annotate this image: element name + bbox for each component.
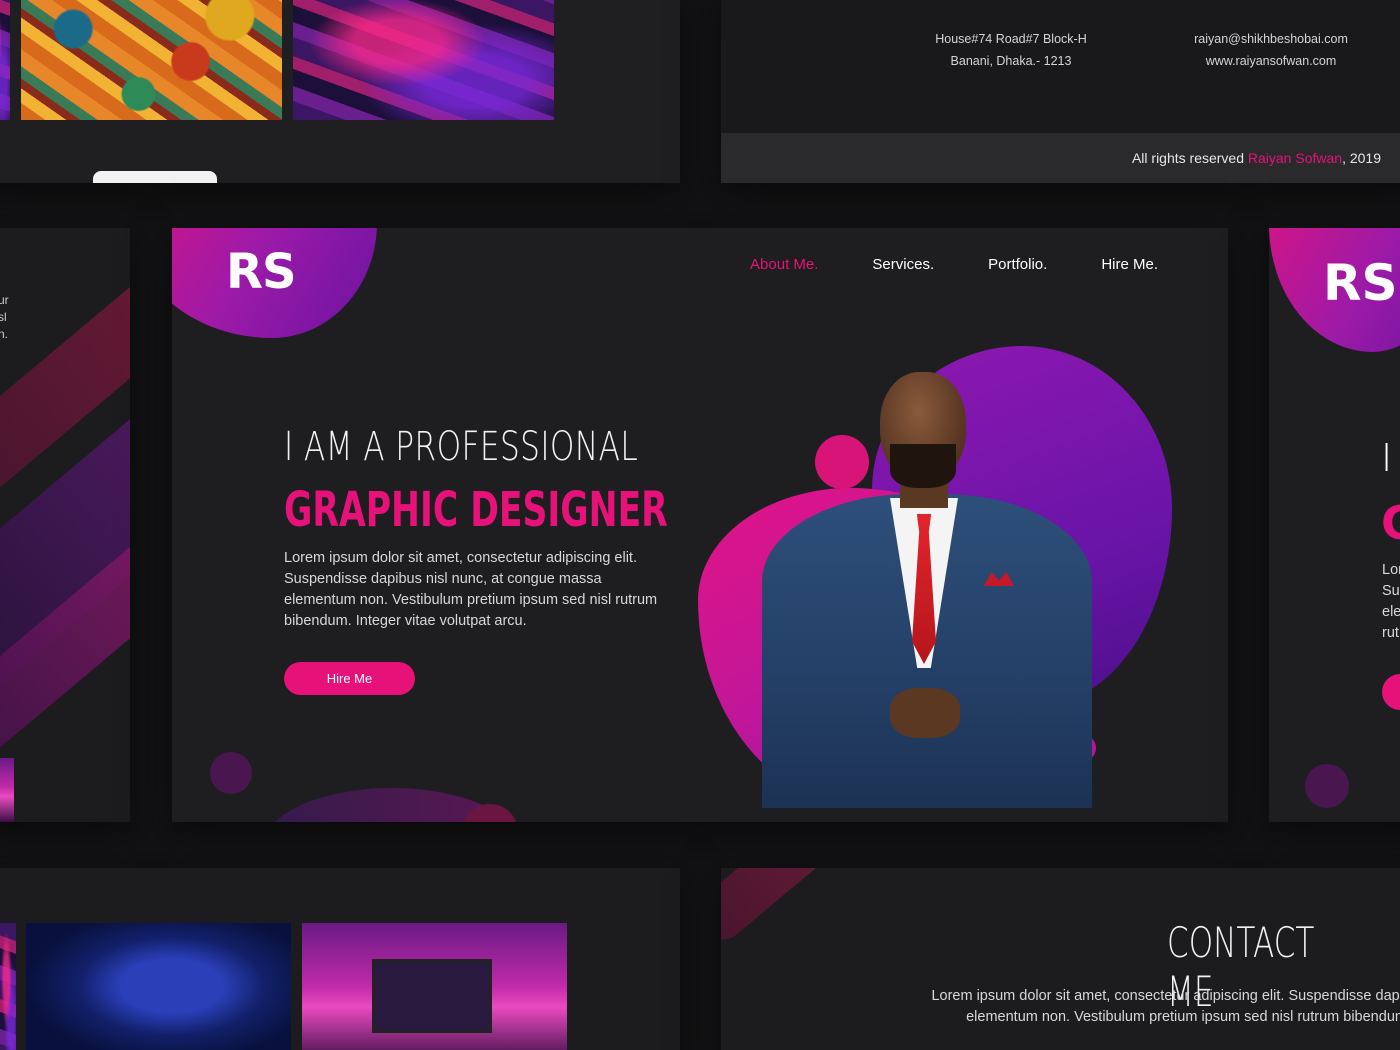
gallery-image-portrait[interactable] <box>26 923 291 1050</box>
right-headline-fragment: I / <box>1381 436 1400 480</box>
portrait-hands <box>890 688 960 738</box>
site-logo[interactable]: RS <box>226 244 297 300</box>
gallery-image-workspace[interactable] <box>302 923 567 1050</box>
nav-about[interactable]: About Me. <box>750 256 818 273</box>
footer-address: House#74 Road#7 Block-H Banani, Dhaka.- … <box>921 28 1101 72</box>
footer-contact: raiyan@shikhbeshobai.com www.raiyansofwa… <box>1171 28 1371 72</box>
copyright-prefix: All rights reserved <box>1131 150 1248 166</box>
decor-circle <box>210 752 252 794</box>
right-headline-fragment-2: G <box>1381 496 1400 550</box>
right-text-fragments: Lor Sus ele rut <box>1382 562 1400 641</box>
headline-line-2: GRAPHIC DESIGNER <box>284 482 668 538</box>
footer-website[interactable]: www.raiyansofwan.com <box>1171 50 1371 72</box>
footer-email[interactable]: raiyan@shikhbeshobai.com <box>1171 28 1371 50</box>
footer-preview: House#74 Road#7 Block-H Banani, Dhaka.- … <box>721 0 1400 183</box>
hire-me-button[interactable]: Hire Me <box>284 662 415 695</box>
gallery-image-partial[interactable] <box>0 923 16 1050</box>
contact-description: Lorem ipsum dolor sit amet, consectetur … <box>931 988 1400 1025</box>
portrait-beard <box>890 444 956 488</box>
main-nav: About Me. Services. Portfolio. Hire Me. <box>750 256 1158 273</box>
hero-description: Lorem ipsum dolor sit amet, consectetur … <box>284 550 658 629</box>
copyright-name[interactable]: Raiyan Sofwan <box>1248 150 1342 166</box>
hero-slide: RS About Me. Services. Portfolio. Hire M… <box>172 228 1228 822</box>
address-line-2: Banani, Dhaka.- 1213 <box>950 54 1072 68</box>
right-button-partial[interactable] <box>1382 674 1400 710</box>
monitor-screen <box>372 959 492 1033</box>
gallery-preview-top <box>0 0 680 183</box>
gallery-image-abstract[interactable] <box>21 0 282 120</box>
copyright-bar: All rights reserved Raiyan Sofwan, 2019 <box>721 133 1400 183</box>
portrait-photo <box>762 368 1092 808</box>
gallery-tab-pill[interactable] <box>93 171 217 183</box>
decor-circle <box>1305 764 1349 808</box>
address-line-1: House#74 Road#7 Block-H <box>935 32 1087 46</box>
left-text-fragment: ur sl n. <box>0 293 9 341</box>
site-logo: RS <box>1323 254 1398 312</box>
contact-preview: CONTACT ME Lorem ipsum dolor sit amet, c… <box>721 868 1400 1050</box>
copyright-suffix: , 2019 <box>1342 150 1381 166</box>
left-image-partial <box>0 758 14 822</box>
headline-line-1: I AM A PROFESSIONAL <box>284 424 639 470</box>
left-slide-preview: ur sl n. <box>0 228 130 822</box>
nav-services[interactable]: Services. <box>872 256 934 273</box>
right-slide-preview: RS I / G Lor Sus ele rut <box>1269 228 1400 822</box>
gallery-preview-bottom <box>0 868 680 1050</box>
nav-hire[interactable]: Hire Me. <box>1101 256 1158 273</box>
decor-stripe <box>721 868 857 951</box>
nav-portfolio[interactable]: Portfolio. <box>988 256 1047 273</box>
gallery-image-partial[interactable] <box>0 0 10 120</box>
gallery-image-neon[interactable] <box>293 0 554 120</box>
